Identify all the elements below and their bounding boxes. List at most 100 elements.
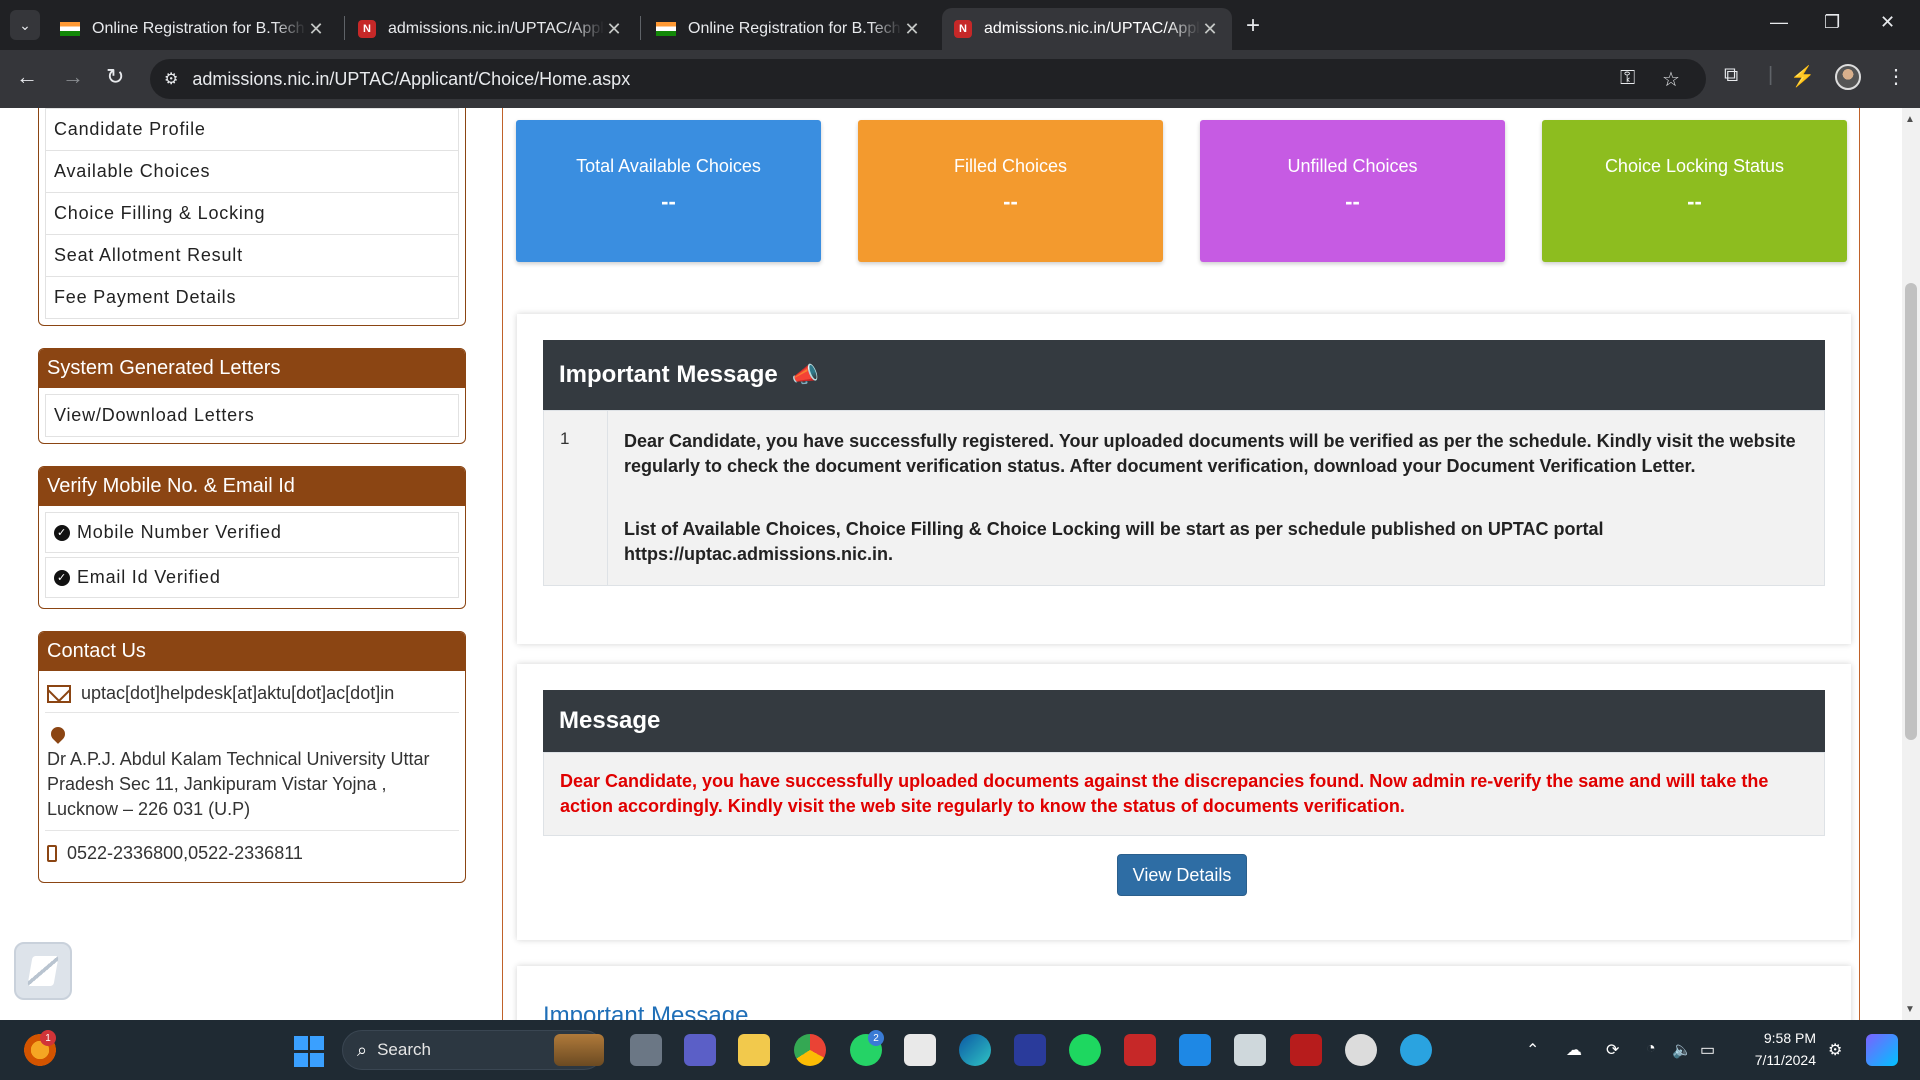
sidebar: Candidate Profile Available Choices Choi… — [38, 108, 466, 905]
menu-available-choices[interactable]: Available Choices — [45, 151, 459, 193]
site-info-icon[interactable]: ⚙ — [164, 69, 178, 89]
address-bar[interactable]: ⚙ admissions.nic.in/UPTAC/Applicant/Choi… — [150, 59, 1706, 99]
check-circle-icon: ✓ — [54, 524, 70, 541]
browser-toolbar: ← → ↻ ⚙ admissions.nic.in/UPTAC/Applican… — [0, 50, 1920, 108]
stat-value: -- — [1003, 189, 1018, 214]
back-button[interactable]: ← — [16, 64, 38, 90]
close-icon[interactable]: ✕ — [604, 19, 624, 40]
new-tab-button[interactable]: + — [1246, 12, 1260, 40]
snipping-tool-icon[interactable] — [1234, 1034, 1266, 1066]
floating-assistant-widget[interactable] — [14, 942, 72, 1000]
view-details-button[interactable]: View Details — [1117, 854, 1247, 896]
acrobat-icon[interactable] — [1290, 1034, 1322, 1066]
important-message-paragraph-2: List of Available Choices, Choice Fillin… — [624, 519, 1604, 564]
wifi-icon[interactable]: ◔ — [1646, 1040, 1656, 1058]
page-scrollbar-thumb[interactable] — [1905, 283, 1917, 740]
menu-panel: Candidate Profile Available Choices Choi… — [38, 108, 466, 326]
file-explorer-icon[interactable] — [738, 1034, 770, 1066]
menu-candidate-profile[interactable]: Candidate Profile — [45, 108, 459, 151]
telegram-icon[interactable] — [1400, 1034, 1432, 1066]
close-icon[interactable]: ✕ — [1200, 19, 1220, 40]
chevron-up-icon[interactable]: ⌃ — [1526, 1040, 1539, 1060]
tab-title: admissions.nic.in/UPTAC/Applicant — [388, 20, 604, 37]
task-view-icon[interactable] — [630, 1034, 662, 1066]
letters-panel-title: System Generated Letters — [39, 349, 465, 388]
verify-panel-title: Verify Mobile No. & Email Id — [39, 467, 465, 506]
scroll-up-arrow[interactable]: ▲ — [1905, 114, 1915, 125]
close-window-button[interactable]: ✕ — [1880, 12, 1895, 33]
chrome-icon[interactable] — [794, 1034, 826, 1066]
search-icon: ⌕ — [357, 1039, 368, 1060]
search-highlight-icon[interactable] — [554, 1034, 604, 1066]
important-message-row: 1 Dear Candidate, you have successfully … — [543, 410, 1825, 586]
browser-tab-4-active[interactable]: N admissions.nic.in/UPTAC/Applicant ✕ — [942, 8, 1232, 50]
menu-seat-allotment-result[interactable]: Seat Allotment Result — [45, 235, 459, 277]
web-page: Candidate Profile Available Choices Choi… — [0, 108, 1920, 1020]
menu-icon[interactable]: ⋮ — [1886, 64, 1906, 89]
settings-gear-icon[interactable]: ⚙ — [1828, 1040, 1842, 1060]
map-pin-icon — [48, 724, 68, 744]
spotify-icon[interactable] — [1069, 1034, 1101, 1066]
tab-title: Online Registration for B.Tech. Counsell… — [688, 20, 902, 37]
stat-value: -- — [661, 189, 676, 214]
extensions-icon[interactable]: ⧉ — [1724, 64, 1738, 87]
start-windows-icon[interactable] — [294, 1036, 326, 1068]
message-card: Message Dear Candidate, you have success… — [517, 664, 1851, 940]
stat-total-available-choices: Total Available Choices -- — [516, 120, 821, 262]
edge-icon[interactable] — [959, 1034, 991, 1066]
contact-address-row: Dr A.P.J. Abdul Kalam Technical Universi… — [45, 713, 459, 830]
menu-fee-payment-details[interactable]: Fee Payment Details — [45, 277, 459, 319]
message-header: Message — [543, 690, 1825, 752]
stat-label: Choice Locking Status — [1604, 156, 1785, 176]
restore-button[interactable]: ❐ — [1824, 12, 1840, 33]
taskbar-time[interactable]: 9:58 PM — [1740, 1030, 1816, 1046]
battery-icon[interactable]: ▭ — [1700, 1040, 1715, 1060]
check-circle-icon: ✓ — [54, 569, 70, 586]
close-icon[interactable]: ✕ — [306, 19, 326, 40]
microsoft-store-icon[interactable] — [904, 1034, 936, 1066]
verify-panel: Verify Mobile No. & Email Id ✓ Mobile Nu… — [38, 466, 466, 609]
close-icon[interactable]: ✕ — [902, 19, 922, 40]
message-row-number: 1 — [544, 411, 608, 585]
contact-email-row: uptac[dot]helpdesk[at]aktu[dot]ac[dot]in — [45, 675, 459, 712]
copilot-icon[interactable] — [1866, 1034, 1898, 1066]
vscode-icon[interactable] — [1179, 1034, 1211, 1066]
reload-button[interactable]: ↻ — [106, 64, 124, 90]
volume-icon[interactable]: 🔈 — [1672, 1040, 1692, 1060]
performance-icon[interactable]: ⚡ — [1790, 64, 1815, 89]
browser-tab-3[interactable]: Online Registration for B.Tech. Counsell… — [644, 8, 934, 50]
india-flag-icon — [656, 22, 676, 36]
notification-badge: 1 — [40, 1030, 56, 1046]
password-key-icon[interactable]: ⚿ — [1620, 67, 1635, 90]
browser-tab-bar: ⌄ Online Registration for B.Tech. Counse… — [0, 0, 1920, 50]
view-download-letters-link[interactable]: View/Download Letters — [45, 394, 459, 437]
app-icon[interactable] — [1014, 1034, 1046, 1066]
contact-panel: Contact Us uptac[dot]helpdesk[at]aktu[do… — [38, 631, 466, 883]
taskbar-date[interactable]: 7/11/2024 — [1740, 1052, 1816, 1068]
stat-label: Total Available Choices — [576, 156, 761, 176]
windows-taskbar: 1 ⌕ Search 2 ⌃ ☁ ⟳ ◔ 🔈 ▭ 9:58 PM 7/11/20… — [0, 1020, 1920, 1080]
stat-label: Filled Choices — [953, 156, 1068, 176]
sync-icon[interactable]: ⟳ — [1606, 1040, 1619, 1060]
contact-phone: 0522-2336800,0522-2336811 — [67, 843, 303, 863]
minimize-button[interactable]: — — [1770, 12, 1788, 33]
stat-value: -- — [1687, 189, 1702, 214]
main-content: Total Available Choices -- Filled Choice… — [502, 108, 1860, 1020]
onedrive-icon[interactable]: ☁ — [1566, 1040, 1582, 1060]
teams-icon[interactable] — [684, 1034, 716, 1066]
dev-cpp-icon[interactable] — [1124, 1034, 1156, 1066]
menu-choice-filling-locking[interactable]: Choice Filling & Locking — [45, 193, 459, 235]
profile-avatar[interactable] — [1835, 64, 1861, 90]
browser-tab-1[interactable]: Online Registration for B.Tech. Counsell… — [48, 8, 338, 50]
browser-tab-2[interactable]: N admissions.nic.in/UPTAC/Applicant ✕ — [346, 8, 636, 50]
important-message-title: Important Message — [559, 361, 778, 388]
tab-title: Online Registration for B.Tech. Counsell… — [92, 20, 306, 37]
tab-search-button[interactable]: ⌄ — [10, 10, 40, 40]
scroll-down-arrow[interactable]: ▼ — [1905, 1004, 1915, 1015]
stat-choice-locking-status: Choice Locking Status -- — [1542, 120, 1847, 262]
whatsapp-icon[interactable] — [1345, 1034, 1377, 1066]
contact-address: Dr A.P.J. Abdul Kalam Technical Universi… — [47, 749, 430, 819]
forward-button[interactable]: → — [62, 64, 84, 90]
url-text[interactable]: admissions.nic.in/UPTAC/Applicant/Choice… — [192, 69, 630, 90]
bookmark-star-icon[interactable]: ☆ — [1662, 67, 1680, 92]
